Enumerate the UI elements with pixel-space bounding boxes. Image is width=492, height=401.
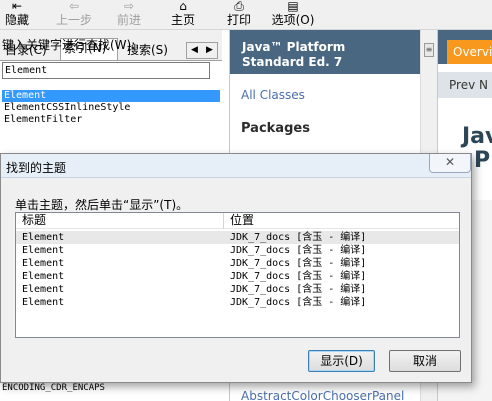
forward-arrow-icon: ⇨ <box>123 0 135 13</box>
dialog-title: 找到的主题 <box>6 161 67 175</box>
row-location: JDK_7_docs [含玉 - 编译] <box>230 284 367 295</box>
back-button[interactable]: ⇦ 上一步 <box>54 0 94 30</box>
list-item[interactable]: ElementCSSInlineStyle <box>2 102 220 114</box>
platform-edition: Standard Ed. 7 <box>242 55 343 69</box>
list-item[interactable]: ENCODING_CDR_ENCAPS <box>2 383 220 393</box>
row-title: Element <box>22 245 65 256</box>
row-location: JDK_7_docs [含玉 - 编译] <box>230 297 367 308</box>
print-button[interactable]: ⎙ 打印 <box>224 0 254 30</box>
list-item[interactable]: Element <box>2 90 220 102</box>
all-classes-link[interactable]: All Classes <box>241 88 305 102</box>
keyword-label: 键入关键字进行查找(W): <box>2 38 136 52</box>
forward-label: 前进 <box>116 13 141 27</box>
back-label: 上一步 <box>55 13 92 27</box>
hide-button[interactable]: ⇤ 隐藏 <box>2 0 32 30</box>
platform-header: Java™ Platform Standard Ed. 7 <box>230 30 420 74</box>
home-icon: ⌂ <box>179 0 187 13</box>
topics-list[interactable]: 标题 位置 Element JDK_7_docs [含玉 - 编译] Eleme… <box>15 212 460 338</box>
row-title: Element <box>22 271 65 282</box>
back-arrow-icon: ⇦ <box>68 0 80 13</box>
tab-scroll-arrows: ◀ ▶ <box>186 42 218 59</box>
row-title: Element <box>22 284 65 295</box>
page-title: Jav <box>462 124 492 149</box>
table-row[interactable]: Element JDK_7_docs [含玉 - 编译] <box>16 283 459 296</box>
table-row[interactable]: Element JDK_7_docs [含玉 - 编译] <box>16 270 459 283</box>
row-location: JDK_7_docs [含玉 - 编译] <box>230 258 367 269</box>
table-row[interactable]: Element JDK_7_docs [含玉 - 编译] <box>16 231 459 244</box>
home-label: 主页 <box>170 13 195 27</box>
column-title-header[interactable]: 标题 <box>22 213 46 228</box>
options-button[interactable]: ▤ 选项(O) <box>270 0 316 30</box>
tab-scroll-right-icon[interactable]: ▶ <box>202 43 217 58</box>
index-list-bottom[interactable]: ENCODING_CDR_ENCAPS <box>2 383 220 393</box>
table-row[interactable]: Element JDK_7_docs [含玉 - 编译] <box>16 244 459 257</box>
column-header: 标题 位置 <box>16 213 459 229</box>
toolbar: ⇤ 隐藏 ⇦ 上一步 ⇨ 前进 ⌂ 主页 ⎙ 打印 ▤ 选项(O) <box>0 0 492 30</box>
options-icon: ▤ <box>287 0 299 13</box>
dialog-titlebar: 找到的主题 ✕ <box>1 154 471 178</box>
prev-link[interactable]: Prev N <box>438 72 492 98</box>
dialog-instruction: 单击主题，然后单击“显示”(T)。 <box>15 198 189 212</box>
row-location: JDK_7_docs [含玉 - 编译] <box>230 232 367 243</box>
page-title-continued: P <box>474 148 491 173</box>
hide-label: 隐藏 <box>4 13 29 27</box>
forward-button[interactable]: ⇨ 前进 <box>114 0 144 30</box>
row-title: Element <box>22 232 65 243</box>
index-list[interactable]: Element ElementCSSInlineStyle ElementFil… <box>2 90 220 130</box>
print-label: 打印 <box>226 13 251 27</box>
packages-heading: Packages <box>241 121 310 136</box>
hide-icon: ⇤ <box>11 0 23 13</box>
close-icon[interactable]: ✕ <box>429 154 471 173</box>
keyword-input[interactable]: Element <box>2 62 210 79</box>
home-button[interactable]: ⌂ 主页 <box>168 0 198 30</box>
list-item[interactable]: ElementFilter <box>2 114 220 126</box>
abstract-color-chooser-panel-link[interactable]: AbstractColorChooserPanel <box>241 389 404 401</box>
table-row[interactable]: Element JDK_7_docs [含玉 - 编译] <box>16 257 459 270</box>
topics-found-dialog: 找到的主题 ✕ 单击主题，然后单击“显示”(T)。 标题 位置 Element … <box>0 153 472 383</box>
column-divider[interactable] <box>223 213 224 229</box>
row-title: Element <box>22 297 65 308</box>
row-location: JDK_7_docs [含玉 - 编译] <box>230 271 367 282</box>
platform-title: Java™ Platform <box>242 40 346 54</box>
scroll-grip-icon[interactable]: ≡ <box>424 43 434 57</box>
tab-scroll-left-icon[interactable]: ◀ <box>187 43 202 58</box>
row-title: Element <box>22 258 65 269</box>
cancel-button[interactable]: 取消 <box>389 350 461 372</box>
options-label: 选项(O) <box>271 13 315 27</box>
display-button[interactable]: 显示(D) <box>308 350 375 372</box>
row-location: JDK_7_docs [含玉 - 编译] <box>230 245 367 256</box>
column-location-header[interactable]: 位置 <box>230 213 254 228</box>
print-icon: ⎙ <box>234 0 244 13</box>
overview-tab[interactable]: Overview <box>447 40 492 64</box>
table-row[interactable]: Element JDK_7_docs [含玉 - 编译] <box>16 296 459 309</box>
top-nav-bar: Overview <box>438 30 492 64</box>
